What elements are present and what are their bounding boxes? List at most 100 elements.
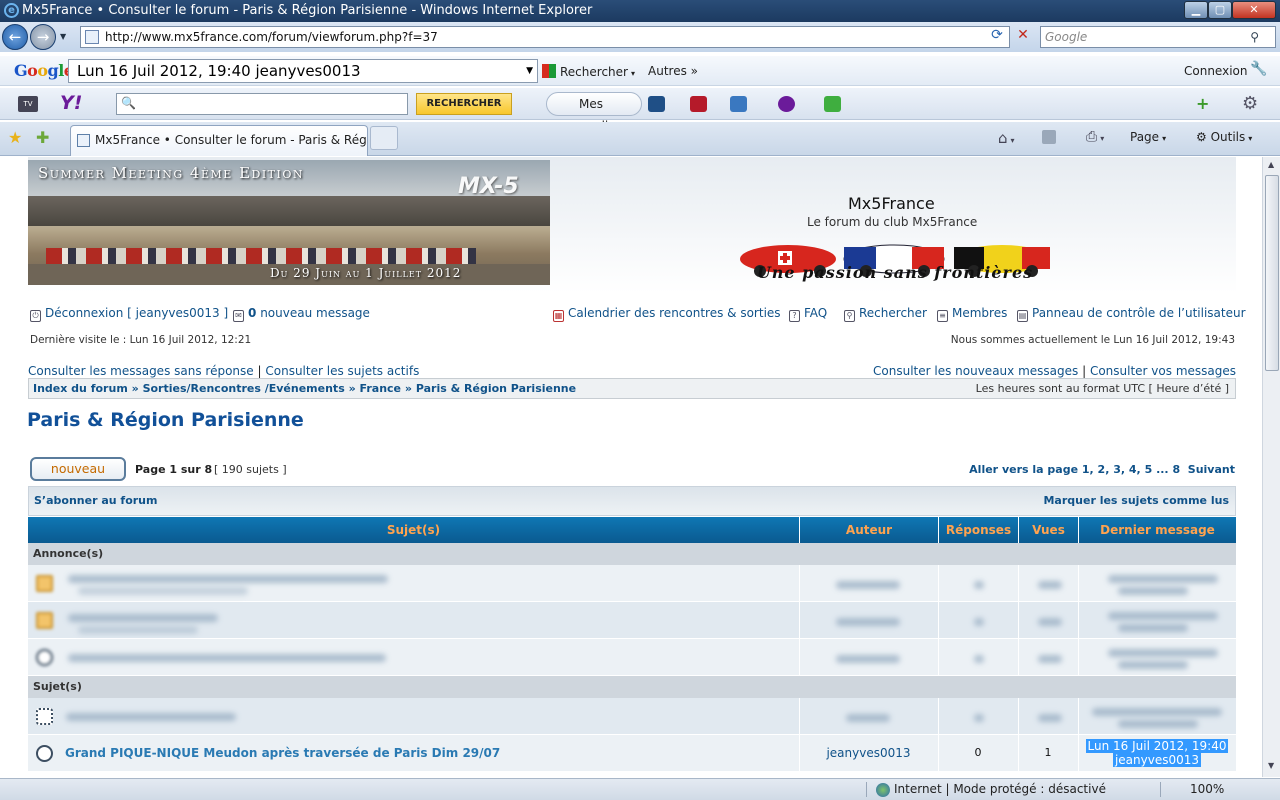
calendar-link[interactable]: ▦ Calendrier des rencontres & sorties bbox=[553, 306, 781, 322]
page-menu-button[interactable]: Page ▾ bbox=[1130, 130, 1166, 144]
topic-title-link[interactable]: Grand PIQUE-NIQUE Meudon après traversée… bbox=[65, 746, 500, 760]
video-app-icon[interactable] bbox=[648, 96, 665, 112]
chevron-down-icon[interactable]: ▼ bbox=[526, 60, 533, 82]
yahoo-toolbar: TV Y! 🔍 RECHERCHER Mes applis + ⚙ bbox=[0, 88, 1280, 133]
add-icon[interactable]: + bbox=[1196, 94, 1209, 113]
forward-button[interactable]: → bbox=[30, 24, 56, 50]
tab-row: ★ ✚ Mx5France • Consulter le forum - Par… bbox=[0, 122, 1280, 156]
yahoo-search-button[interactable]: RECHERCHER bbox=[416, 93, 512, 115]
pagination-label[interactable]: Aller vers la page bbox=[969, 463, 1078, 476]
google-more-button[interactable]: Autres » bbox=[648, 64, 698, 78]
last-visit-text: Dernière visite le : Lun 16 Juil 2012, 1… bbox=[30, 334, 252, 346]
my-apps-button[interactable]: Mes applis bbox=[546, 92, 642, 133]
widget-app-icon[interactable] bbox=[824, 96, 841, 112]
address-bar-row: ← → ▼ http://www.mx5france.com/forum/vie… bbox=[0, 22, 1280, 52]
favorites-star-icon[interactable]: ★ bbox=[8, 128, 22, 147]
scroll-up-icon[interactable]: ▲ bbox=[1268, 160, 1274, 169]
next-page-link[interactable]: Suivant bbox=[1188, 463, 1235, 476]
zoom-level[interactable]: 100% bbox=[1190, 779, 1224, 800]
new-tab-button[interactable] bbox=[370, 126, 398, 150]
table-row[interactable]: Grand PIQUE-NIQUE Meudon après traversée… bbox=[28, 735, 1236, 772]
back-button[interactable]: ← bbox=[2, 24, 28, 50]
page-link[interactable]: 1 bbox=[1082, 463, 1090, 476]
topic-last-post[interactable]: Lun 16 Juil 2012, 19:40 jeanyves0013 bbox=[1078, 739, 1236, 767]
topic-author-link[interactable]: jeanyves0013 bbox=[799, 746, 938, 760]
close-button[interactable]: ✕ bbox=[1232, 1, 1276, 19]
mail-icon[interactable] bbox=[730, 96, 747, 112]
refresh-button[interactable]: ⟳ bbox=[986, 26, 1008, 46]
your-posts-link[interactable]: Consulter vos messages bbox=[1090, 364, 1236, 378]
scroll-down-icon[interactable]: ▼ bbox=[1268, 761, 1274, 770]
page-link[interactable]: 5 bbox=[1145, 463, 1153, 476]
faq-link[interactable]: ? FAQ bbox=[789, 306, 827, 322]
table-row[interactable] bbox=[28, 698, 1236, 735]
internet-zone-icon bbox=[876, 783, 890, 797]
user-control-panel-link[interactable]: ▤ Panneau de contrôle de l’utilisateur bbox=[1017, 306, 1246, 322]
breadcrumb-paris[interactable]: Paris & Région Parisienne bbox=[416, 382, 576, 395]
page-link[interactable]: 4 bbox=[1129, 463, 1137, 476]
vertical-scrollbar[interactable]: ▲ ▼ bbox=[1262, 157, 1280, 777]
breadcrumb-france[interactable]: France bbox=[360, 382, 401, 395]
rss-icon[interactable] bbox=[1042, 130, 1056, 144]
stop-button[interactable]: ✕ bbox=[1012, 26, 1034, 46]
google-search-input[interactable]: Lun 16 Juil 2012, 19:40 jeanyves0013 ▼ bbox=[68, 59, 538, 83]
new-topic-button[interactable]: nouveau bbox=[30, 457, 126, 481]
forum-page: Summer Meeting 4ème Edition MX-5 Du 29 J… bbox=[0, 157, 1262, 777]
column-header-views: Vues bbox=[1018, 517, 1078, 543]
new-messages-link[interactable]: ✉ 0 nouveau message bbox=[233, 306, 370, 322]
control-panel-icon: ▤ bbox=[1017, 310, 1028, 322]
breadcrumb-events[interactable]: Sorties/Rencontres /Evénements bbox=[143, 382, 345, 395]
active-topics-link[interactable]: Consulter les sujets actifs bbox=[265, 364, 419, 378]
history-dropdown-icon[interactable]: ▼ bbox=[60, 32, 66, 41]
breadcrumb-index[interactable]: Index du forum bbox=[33, 382, 128, 395]
address-input[interactable]: http://www.mx5france.com/forum/viewforum… bbox=[80, 26, 1058, 48]
security-zone-text[interactable]: Internet | Mode protégé : désactivé bbox=[894, 779, 1106, 800]
print-icon[interactable]: ⎙ ▾ bbox=[1086, 129, 1104, 145]
yahoo-search-input[interactable]: 🔍 bbox=[116, 93, 408, 115]
wrench-icon[interactable]: 🔧 bbox=[1250, 61, 1267, 77]
tools-menu-button[interactable]: ⚙ Outils ▾ bbox=[1196, 130, 1252, 144]
subscribe-link[interactable]: S’abonner au forum bbox=[34, 487, 157, 515]
banner-title: Summer Meeting 4ème Edition bbox=[38, 164, 305, 182]
minimize-button[interactable]: ▁ bbox=[1184, 1, 1208, 19]
google-search-button[interactable]: Rechercher ▾ bbox=[542, 64, 635, 79]
add-favorite-icon[interactable]: ✚ bbox=[36, 128, 49, 147]
new-posts-link[interactable]: Consulter les nouveaux messages bbox=[873, 364, 1078, 378]
search-links-left: Consulter les messages sans réponse | Co… bbox=[28, 364, 420, 378]
breadcrumb: Index du forum » Sorties/Rencontres /Evé… bbox=[33, 382, 577, 395]
gear-icon[interactable]: ⚙ bbox=[1242, 93, 1258, 114]
mark-read-link[interactable]: Marquer les sujets comme lus bbox=[1043, 487, 1229, 515]
google-search-value: Lun 16 Juil 2012, 19:40 jeanyves0013 bbox=[77, 62, 361, 80]
table-row[interactable] bbox=[28, 639, 1236, 676]
tv-icon[interactable]: TV bbox=[18, 96, 38, 112]
weather-app-icon[interactable] bbox=[778, 96, 795, 112]
search-icon[interactable]: ⚲ bbox=[1250, 27, 1259, 47]
page-link[interactable]: 8 bbox=[1172, 463, 1180, 476]
members-link[interactable]: ≡ Membres bbox=[937, 306, 1007, 322]
last-post-user[interactable]: jeanyves0013 bbox=[1112, 753, 1202, 767]
scroll-thumb[interactable] bbox=[1265, 175, 1279, 371]
search-link[interactable]: ⚲ Rechercher bbox=[844, 306, 927, 322]
window-title: Mx5France • Consulter le forum - Paris &… bbox=[22, 3, 593, 18]
topics-table: Sujet(s) Auteur Réponses Vues Dernier me… bbox=[28, 517, 1236, 772]
page-link[interactable]: 3 bbox=[1113, 463, 1121, 476]
home-icon[interactable]: ⌂ ▾ bbox=[998, 129, 1015, 147]
page-title[interactable]: Paris & Région Parisienne bbox=[27, 409, 304, 431]
google-signin-button[interactable]: Connexion bbox=[1184, 64, 1248, 78]
google-icon bbox=[542, 64, 556, 78]
tab-active[interactable]: Mx5France • Consulter le forum - Paris &… bbox=[70, 125, 368, 156]
maximize-button[interactable]: ▢ bbox=[1208, 1, 1232, 19]
search-links-right: Consulter les nouveaux messages | Consul… bbox=[873, 364, 1236, 378]
browser-search-input[interactable]: Google ⚲ bbox=[1040, 26, 1276, 48]
page-link[interactable]: 2 bbox=[1098, 463, 1106, 476]
yahoo-logo[interactable]: Y! bbox=[60, 92, 82, 114]
logout-link[interactable]: ⏻ Déconnexion [ jeanyves0013 ] bbox=[30, 306, 228, 322]
topic-icon bbox=[36, 745, 53, 762]
table-row[interactable] bbox=[28, 602, 1236, 639]
table-row[interactable] bbox=[28, 565, 1236, 602]
event-banner[interactable]: Summer Meeting 4ème Edition MX-5 Du 29 J… bbox=[28, 160, 550, 285]
notification-app-icon[interactable] bbox=[690, 96, 707, 112]
banner-dates: Du 29 Juin au 1 Juillet 2012 bbox=[270, 266, 462, 280]
faq-icon: ? bbox=[789, 310, 800, 322]
unanswered-posts-link[interactable]: Consulter les messages sans réponse bbox=[28, 364, 254, 378]
